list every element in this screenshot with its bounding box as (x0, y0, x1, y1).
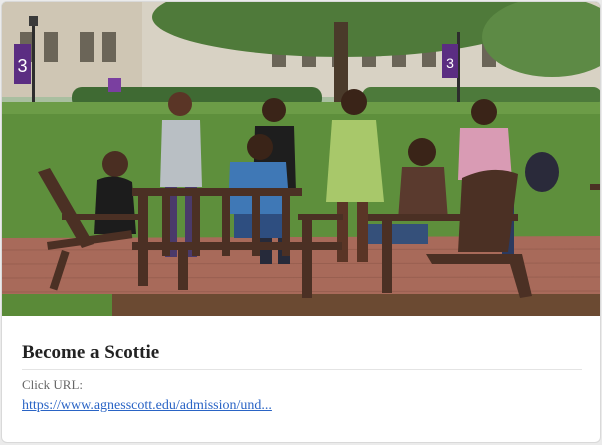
svg-text:3: 3 (446, 55, 454, 71)
ad-card[interactable]: 3 3 Become a Scottie Click URL: https://… (1, 1, 601, 443)
campus-banner-right: 3 (442, 44, 458, 78)
title-divider (22, 369, 582, 370)
campus-banner-middle (108, 78, 121, 92)
click-url-label: Click URL: (22, 377, 84, 392)
campus-photo[interactable]: 3 3 (2, 2, 600, 316)
svg-text:3: 3 (17, 56, 27, 76)
click-url-link[interactable]: https://www.agnesscott.edu/admission/und… (22, 397, 272, 414)
campus-photo-illustration: 3 3 (2, 2, 600, 316)
card-title[interactable]: Become a Scottie (22, 342, 582, 364)
card-body: Become a Scottie Click URL: https://www.… (22, 316, 582, 414)
campus-banner-left: 3 (14, 44, 31, 84)
